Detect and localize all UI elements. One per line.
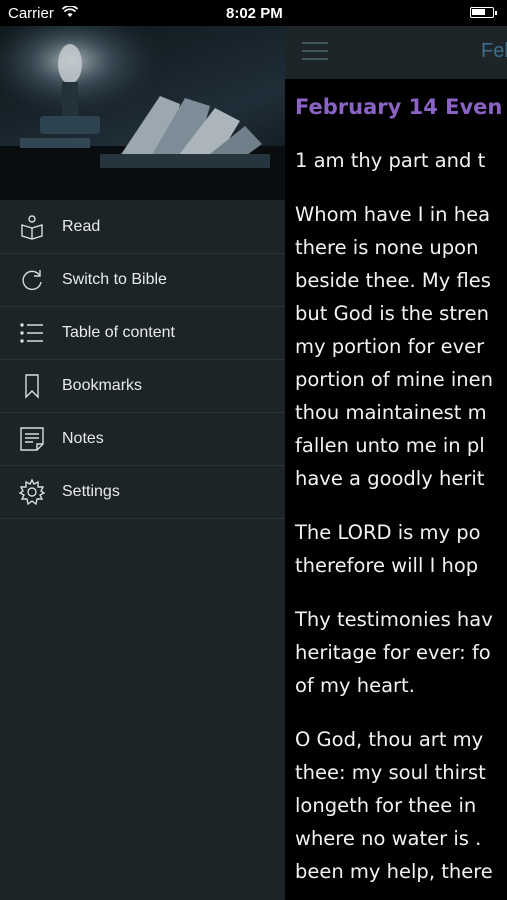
battery-icon [470,7,497,18]
status-bar: Carrier 8:02 PM [0,0,507,26]
drawer-header-image [0,26,285,200]
text-line: O God, thou art my [295,728,484,751]
text-line: thou maintainest m [295,401,487,424]
text-line: therefore will I hop [295,554,479,577]
reading-panel: Feb February 14 Even 1 am thy part and t… [285,26,507,900]
paragraph: The LORD is my po therefore will I hop [295,516,507,582]
menu-item-label: Read [62,218,101,235]
desk-book-illustration [0,26,285,200]
menu-item-table-of-content[interactable]: Table of content [0,307,285,360]
nav-title: Feb [481,40,507,62]
text-line: of my heart. [295,674,415,697]
menu-item-settings[interactable]: Settings [0,466,285,519]
menu-item-read[interactable]: Read [0,201,285,254]
paragraph: O God, thou art my thee: my soul thirst … [295,723,507,888]
text-line: where no water is . [295,827,482,850]
day-title: February 14 Even [295,95,503,119]
hamburger-menu-button[interactable] [302,42,328,62]
text-line: been my help, there [295,860,493,883]
carrier-label: Carrier [8,5,54,22]
paragraph: 1 am thy part and t [295,144,507,177]
hamburger-line [302,58,328,60]
menu-item-label: Notes [62,430,104,447]
text-line: but God is the stren [295,302,489,325]
menu-item-notes[interactable]: Notes [0,413,285,466]
devotional-text[interactable]: February 14 Even 1 am thy part and t Who… [295,91,507,900]
text-line: thee: my soul thirst [295,761,486,784]
clock: 8:02 PM [226,5,283,22]
text-line: 1 am thy part and t [295,149,486,172]
text-line: my portion for ever [295,335,485,358]
menu-item-bookmarks[interactable]: Bookmarks [0,360,285,413]
text-line: longeth for thee in [295,794,477,817]
menu-item-switch-to-bible[interactable]: Switch to Bible [0,254,285,307]
hamburger-line [302,50,328,52]
menu-item-label: Bookmarks [62,377,143,394]
paragraph: Whom have I in hea there is none upon be… [295,198,507,495]
paragraph: Thy testimonies hav heritage for ever: f… [295,603,507,702]
menu-item-label: Settings [62,483,120,500]
book-reader-icon [17,212,47,242]
text-line: fallen unto me in pl [295,434,485,457]
text-line: there is none upon [295,236,479,259]
text-line: have a goodly herit [295,467,485,490]
text-line: portion of mine inen [295,368,493,391]
text-line: The LORD is my po [295,521,481,544]
menu-item-label: Table of content [62,324,175,341]
nav-bar: Feb [285,26,507,79]
bookmark-icon [17,371,47,401]
text-line: beside thee. My fles [295,269,491,292]
drawer-menu: Read Switch to Bible Table of content Bo… [0,201,285,519]
gear-icon [17,477,47,507]
menu-item-label: Switch to Bible [62,271,167,288]
list-icon [17,318,47,348]
side-drawer: Read Switch to Bible Table of content Bo… [0,0,285,900]
refresh-icon [17,265,47,295]
notes-icon [17,424,47,454]
text-line: heritage for ever: fo [295,641,491,664]
text-line: Thy testimonies hav [295,608,493,631]
text-line: Whom have I in hea [295,203,491,226]
hamburger-line [302,42,328,44]
wifi-icon [61,5,79,22]
